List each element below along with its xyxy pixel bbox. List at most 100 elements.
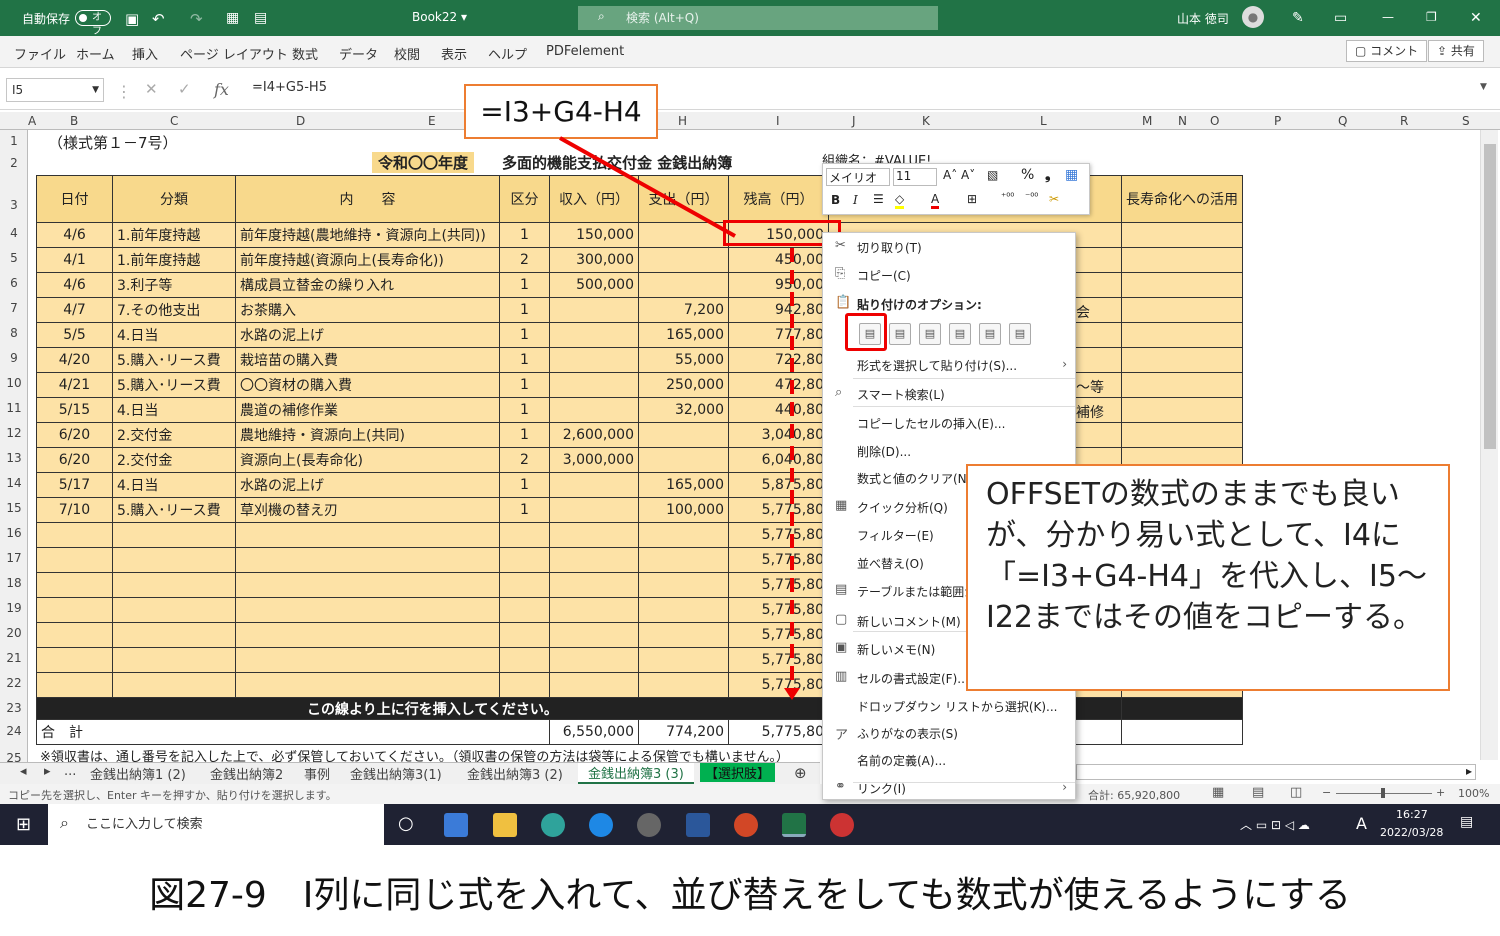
table-cell[interactable]: 6/20 (36, 422, 113, 448)
table-cell[interactable]: 水路の泥上げ (235, 472, 500, 498)
column-header[interactable]: C (170, 114, 178, 128)
zoom-out-icon[interactable]: − (1322, 786, 1331, 799)
column-header[interactable]: E (428, 114, 436, 128)
column-header[interactable]: O (1210, 114, 1219, 128)
table-cell[interactable]: 150,000 (549, 222, 639, 248)
excel-icon[interactable] (782, 813, 806, 837)
form-icon[interactable]: ▦ (226, 10, 239, 26)
table-cell[interactable]: 4.日当 (112, 397, 236, 423)
row-header[interactable]: 1 (0, 134, 28, 148)
table-cell[interactable]: 1 (499, 497, 550, 523)
tab-review[interactable]: 校閲 (394, 44, 420, 63)
table-cell[interactable] (638, 622, 729, 648)
table-cell[interactable]: 農地維持・資源向上(共同) (235, 422, 500, 448)
share-button[interactable]: ⇪ 共有 (1428, 40, 1484, 62)
table-cell[interactable] (499, 572, 550, 598)
sheet-tab[interactable]: 事例 (304, 764, 330, 783)
table-cell[interactable]: 〇〇資材の購入費 (235, 372, 500, 398)
table-cell[interactable]: 農道の補修作業 (235, 397, 500, 423)
enter-icon[interactable]: ✓ (178, 80, 191, 98)
row-header[interactable]: 18 (0, 576, 28, 590)
table-cell[interactable] (638, 572, 729, 598)
table-cell[interactable]: 950,00 (728, 272, 829, 298)
table-cell[interactable] (36, 622, 113, 648)
row-header[interactable]: 7 (0, 301, 28, 315)
sheet-tab[interactable]: 金銭出納簿3 (2) (467, 764, 563, 783)
column-header[interactable]: S (1462, 114, 1470, 128)
page-layout-icon[interactable]: ▤ (1252, 785, 1264, 800)
row-header[interactable]: 6 (0, 276, 28, 290)
table-cell[interactable] (638, 447, 729, 473)
menu-item[interactable]: コピー(C) (857, 267, 911, 284)
ribbon-display-icon[interactable]: ▭ (1334, 10, 1347, 26)
table-cell[interactable]: 3,040,80 (728, 422, 829, 448)
tab-view[interactable]: 表示 (441, 44, 467, 63)
search-box[interactable]: 検索 (Alt+Q) (578, 6, 938, 30)
table-cell[interactable] (112, 572, 236, 598)
table-cell[interactable]: 5/15 (36, 397, 113, 423)
table-cell[interactable] (638, 422, 729, 448)
table-cell[interactable]: 5/17 (36, 472, 113, 498)
column-header[interactable]: D (296, 114, 305, 128)
row-header[interactable]: 3 (0, 198, 28, 212)
table-cell[interactable] (638, 522, 729, 548)
undo-icon[interactable]: ↶ (152, 10, 165, 28)
table-icon[interactable]: ▤ (254, 10, 267, 26)
table-cell[interactable]: 5,775,80 (728, 572, 829, 598)
table-cell[interactable]: 1 (499, 297, 550, 323)
table-cell[interactable]: 5,775,80 (728, 597, 829, 623)
table-cell[interactable] (638, 272, 729, 298)
table-cell[interactable] (638, 597, 729, 623)
table-cell[interactable] (499, 622, 550, 648)
table-cell[interactable] (1121, 697, 1243, 720)
table-cell[interactable]: 5,775,80 (728, 622, 829, 648)
table-cell[interactable]: 4.日当 (112, 472, 236, 498)
total-label[interactable]: 合 計 (36, 719, 550, 745)
sheet-tab[interactable]: ... (64, 764, 76, 779)
tab-pdfelement[interactable]: PDFelement (546, 44, 624, 59)
row-header[interactable]: 10 (0, 376, 28, 390)
table-cell[interactable]: 165,000 (638, 322, 729, 348)
table-cell[interactable] (549, 572, 639, 598)
table-cell[interactable]: 440,80 (728, 397, 829, 423)
total-balance[interactable]: 5,775,80 (728, 719, 829, 745)
table-cell[interactable]: 500,000 (549, 272, 639, 298)
table-cell[interactable] (235, 597, 500, 623)
ime-indicator[interactable]: A (1356, 814, 1367, 833)
table-cell[interactable]: 1 (499, 397, 550, 423)
decimal-decrease-icon[interactable]: ⁻⁰⁰ (1025, 192, 1038, 203)
table-cell[interactable] (1121, 322, 1243, 348)
table-cell[interactable] (499, 672, 550, 698)
table-cell[interactable]: 5.購入･リース費 (112, 372, 236, 398)
table-cell[interactable] (36, 572, 113, 598)
paste-link-icon[interactable]: ▤ (1009, 323, 1031, 345)
row-header[interactable]: 24 (0, 724, 28, 738)
row-header[interactable]: 17 (0, 551, 28, 565)
column-header[interactable]: N (1178, 114, 1187, 128)
expand-icon[interactable]: ▼ (1480, 82, 1487, 92)
table-cell[interactable] (235, 522, 500, 548)
total-income[interactable]: 6,550,000 (549, 719, 639, 745)
tray-icons[interactable]: ︿ ▭ ⊡ ◁ ☁ (1240, 816, 1310, 833)
table-cell[interactable] (499, 597, 550, 623)
table-cell[interactable] (1121, 422, 1243, 448)
menu-item[interactable]: ふりがなの表示(S) (857, 725, 958, 742)
table-cell[interactable] (549, 522, 639, 548)
tab-help[interactable]: ヘルプ (488, 44, 527, 63)
column-title[interactable]: 内 容 (235, 175, 500, 223)
row-header[interactable]: 21 (0, 651, 28, 665)
normal-view-icon[interactable]: ▦ (1212, 785, 1224, 800)
table-cell[interactable]: 3,000,000 (549, 447, 639, 473)
sheet-tab[interactable]: 【選択肢】 (700, 763, 776, 782)
menu-item[interactable]: 新しいコメント(M) (857, 613, 961, 630)
font-grow-icon[interactable]: A˄ A˅ (943, 168, 975, 182)
paste-values-icon[interactable]: ▤ (889, 323, 911, 345)
table-cell[interactable]: 1 (499, 472, 550, 498)
table-cell[interactable] (549, 322, 639, 348)
size-select[interactable]: 11 (893, 168, 937, 186)
row-header[interactable]: 9 (0, 351, 28, 365)
table-cell[interactable]: 栽培苗の購入費 (235, 347, 500, 373)
table-cell[interactable]: 2 (499, 247, 550, 273)
cancel-icon[interactable]: ✕ (145, 80, 158, 98)
percent-icon[interactable]: % (1021, 167, 1034, 183)
